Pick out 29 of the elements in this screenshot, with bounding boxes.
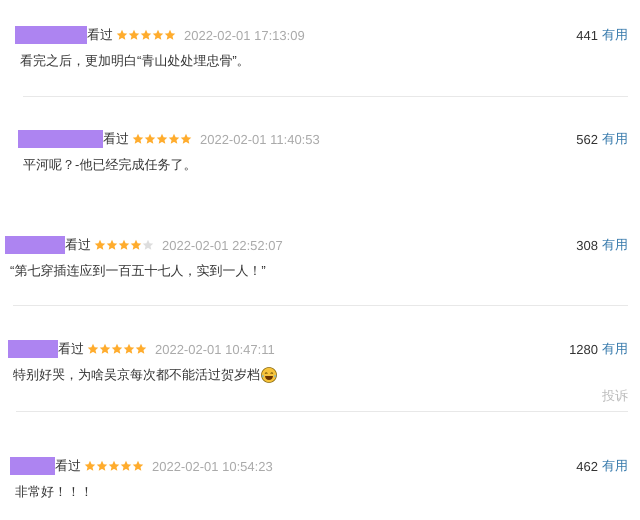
comment-time: 2022-02-01 10:54:23 bbox=[152, 458, 273, 474]
comment-text: 平河呢？-他已经完成任务了。 bbox=[23, 156, 196, 174]
vote-count: 462 bbox=[576, 458, 598, 474]
comment-time: 2022-02-01 10:47:11 bbox=[155, 342, 275, 356]
comment-text: “第七穿插连应到一百五十七人，实到一人！” bbox=[10, 262, 266, 280]
useful-link[interactable]: 有用 bbox=[602, 130, 628, 148]
useful-link[interactable]: 有用 bbox=[602, 26, 628, 44]
watched-label: 看过 bbox=[58, 340, 84, 358]
useful-link[interactable]: 有用 bbox=[602, 457, 628, 475]
comment-time: 2022-02-01 11:40:53 bbox=[200, 132, 320, 146]
comment-text: 看完之后，更加明白“青山处处埋忠骨”。 bbox=[20, 52, 250, 70]
vote-count: 1280 bbox=[569, 342, 598, 356]
comment-time: 2022-02-01 17:13:09 bbox=[184, 28, 305, 42]
watched-label: 看过 bbox=[55, 457, 81, 475]
comment-text: 非常好！！！ bbox=[15, 483, 93, 501]
vote-count: 441 bbox=[576, 28, 598, 42]
useful-link[interactable]: 有用 bbox=[602, 236, 628, 254]
redacted-username bbox=[15, 26, 87, 44]
vote-count: 308 bbox=[576, 238, 598, 252]
comment-text: 特别好哭，为啥吴京每次都不能活过贺岁档 bbox=[13, 366, 260, 384]
watched-label: 看过 bbox=[103, 130, 129, 148]
redacted-username bbox=[10, 457, 55, 475]
vote-count: 562 bbox=[576, 132, 598, 146]
comment-time: 2022-02-01 22:52:07 bbox=[162, 238, 283, 252]
useful-link[interactable]: 有用 bbox=[602, 340, 628, 358]
watched-label: 看过 bbox=[65, 236, 91, 254]
redacted-username bbox=[8, 340, 58, 358]
redacted-username bbox=[5, 236, 65, 254]
watched-label: 看过 bbox=[87, 26, 113, 44]
